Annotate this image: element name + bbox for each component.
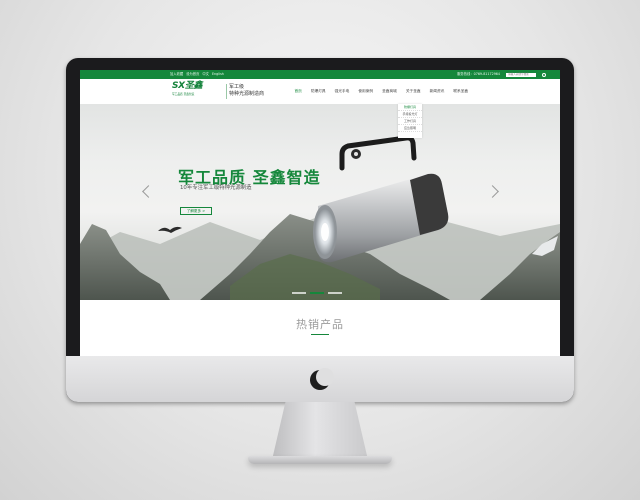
dropdown-item[interactable]: 手持投光灯: [398, 111, 422, 118]
top-links: 加入收藏 设为首页 中文 English: [170, 70, 224, 79]
logo-text: 军工级 特种光源制造商: [229, 84, 264, 97]
top-bar: 加入收藏 设为首页 中文 English 服务热线：0769-81172964 …: [80, 70, 560, 79]
logo-divider: [226, 84, 227, 99]
main-nav: 首页 防爆灯具 强光手电 使用案例 圣鑫商城 关于圣鑫 新闻资讯 联系圣鑫: [290, 79, 473, 104]
slide-dot-2[interactable]: [310, 292, 324, 294]
nav-item-flashlight[interactable]: 强光手电: [330, 79, 354, 104]
logo-text-line2: 特种光源制造商: [229, 90, 265, 97]
search-icon[interactable]: [542, 72, 546, 77]
nav-item-home[interactable]: 首页: [290, 79, 306, 104]
header: SX圣鑫 军工品质 圣鑫智造 军工级 特种光源制造商 首页 防爆灯具 强光手电 …: [80, 79, 560, 104]
hotline-text: 服务热线：0769-81172964: [457, 72, 500, 76]
nav-dropdown-menu: 防爆灯具 手持投光灯 工作灯具 应急照明: [398, 104, 422, 138]
dropdown-item[interactable]: 防爆灯具: [398, 104, 422, 111]
bird-icon: [158, 226, 182, 233]
top-right: 服务热线：0769-81172964 请输入关键字搜索: [457, 70, 546, 79]
link-english[interactable]: English: [212, 70, 224, 79]
logo-slogan: 军工品质 圣鑫智造: [172, 92, 195, 96]
monitor-stand: [272, 402, 368, 460]
search-input[interactable]: 请输入关键字搜索: [506, 72, 536, 77]
link-bookmark[interactable]: 加入收藏: [170, 70, 183, 79]
nav-item-about[interactable]: 关于圣鑫: [401, 79, 425, 104]
nav-item-contact[interactable]: 联系圣鑫: [449, 79, 473, 104]
nav-item-mall[interactable]: 圣鑫商城: [378, 79, 402, 104]
nav-item-cases[interactable]: 使用案例: [354, 79, 378, 104]
logo[interactable]: SX圣鑫 军工品质 圣鑫智造: [172, 81, 232, 102]
monitor-base: [248, 456, 392, 464]
section-underline: [311, 334, 329, 335]
moon-logo-icon: [310, 368, 334, 390]
nav-item-news[interactable]: 新闻资讯: [425, 79, 449, 104]
nav-item-explosion-proof[interactable]: 防爆灯具: [306, 79, 330, 104]
logo-mark: SX圣鑫: [172, 81, 203, 91]
hot-products-title: 热销产品: [296, 318, 344, 331]
slide-indicators: [292, 292, 342, 294]
learn-more-button[interactable]: 了解更多 >: [180, 207, 212, 215]
link-chinese[interactable]: 中文: [202, 70, 209, 79]
website-screen: 加入收藏 设为首页 中文 English 服务热线：0769-81172964 …: [80, 70, 560, 356]
link-homepage[interactable]: 设为首页: [186, 70, 199, 79]
slide-dot-3[interactable]: [328, 292, 342, 294]
logo-text-line1: 军工级: [229, 84, 245, 90]
dropdown-item[interactable]: 工作灯具: [398, 118, 422, 125]
hero-banner: 军工品质 圣鑫智造 10年专注军工级特种光源制造 了解更多 >: [80, 104, 560, 300]
hero-scenery: [80, 135, 560, 300]
hero-subtitle: 10年专注军工级特种光源制造: [180, 185, 252, 191]
slide-dot-1[interactable]: [292, 292, 306, 294]
dropdown-item[interactable]: 应急照明: [398, 125, 422, 132]
